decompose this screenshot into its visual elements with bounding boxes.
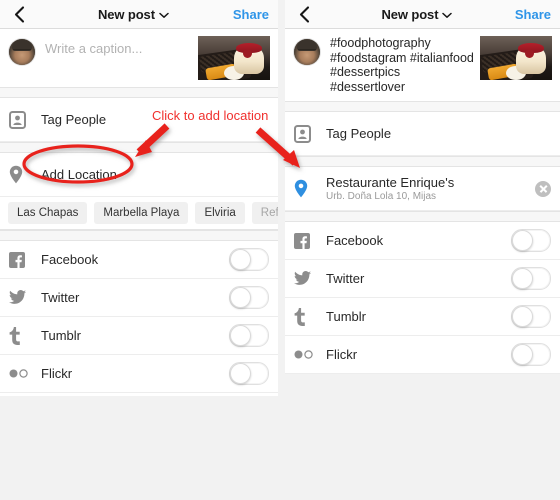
flickr-icon xyxy=(9,369,35,378)
location-pin-filled-icon xyxy=(294,179,320,198)
facebook-icon xyxy=(294,232,320,249)
back-chevron-icon xyxy=(299,5,310,23)
right-caption-row[interactable]: #foodphotography #foodstagram #italianfo… xyxy=(285,29,560,101)
panel-gap xyxy=(278,0,285,500)
toggle-twitter[interactable] xyxy=(511,267,551,290)
avatar xyxy=(9,39,35,65)
social-row-tumblr[interactable]: Tumblr xyxy=(285,298,560,336)
right-page-title[interactable]: New post xyxy=(319,7,515,22)
twitter-icon xyxy=(294,271,320,286)
chevron-down-icon xyxy=(442,7,453,22)
tag-people-row[interactable]: Tag People xyxy=(0,98,278,142)
social-row-tumblr[interactable]: Tumblr xyxy=(0,317,278,355)
back-button[interactable] xyxy=(0,5,34,23)
right-title-text: New post xyxy=(381,6,439,22)
section-spacer-2 xyxy=(285,156,560,167)
social-label-facebook: Facebook xyxy=(326,233,384,248)
list-item[interactable]: Elviria xyxy=(195,202,245,224)
add-location-row[interactable]: Add Location xyxy=(0,153,278,197)
left-page-title[interactable]: New post xyxy=(34,7,233,22)
section-spacer xyxy=(285,101,560,112)
tag-people-icon xyxy=(294,124,320,143)
toggle-tumblr[interactable] xyxy=(511,305,551,328)
section-spacer xyxy=(0,87,278,98)
right-header-bar: New post Share xyxy=(285,0,560,29)
left-header-bar: New post Share xyxy=(0,0,278,29)
list-item[interactable]: Refugio D xyxy=(251,202,278,224)
toggle-facebook[interactable] xyxy=(511,229,551,252)
toggle-facebook[interactable] xyxy=(229,248,269,271)
location-suggestion-chips: Las Chapas Marbella Playa Elviria Refugi… xyxy=(0,197,278,230)
social-label-tumblr: Tumblr xyxy=(41,328,81,343)
location-name: Restaurante Enrique's xyxy=(326,174,455,190)
list-item[interactable]: Las Chapas xyxy=(8,202,88,224)
facebook-icon xyxy=(9,251,35,268)
right-screenshot-panel: New post Share #foodphotography #foodsta… xyxy=(285,0,560,374)
flickr-icon xyxy=(294,350,320,359)
left-screenshot-panel: New post Share Write a caption... Tag Pe… xyxy=(0,0,278,396)
social-label-flickr: Flickr xyxy=(41,366,73,381)
tag-people-label: Tag People xyxy=(41,112,107,127)
clear-location-icon[interactable] xyxy=(535,180,551,197)
share-button[interactable]: Share xyxy=(233,7,278,22)
left-title-text: New post xyxy=(97,6,155,22)
section-spacer-3 xyxy=(285,211,560,222)
social-label-flickr: Flickr xyxy=(326,347,358,362)
social-label-twitter: Twitter xyxy=(41,290,80,305)
social-label-twitter: Twitter xyxy=(326,271,365,286)
caption-input[interactable]: Write a caption... xyxy=(35,36,198,62)
social-row-flickr[interactable]: Flickr xyxy=(0,355,278,393)
back-button[interactable] xyxy=(285,5,319,23)
social-label-facebook: Facebook xyxy=(41,252,99,267)
tag-people-icon xyxy=(9,110,35,129)
selected-location-row[interactable]: Restaurante Enrique's Urb. Doña Lola 10,… xyxy=(285,167,560,211)
left-caption-row[interactable]: Write a caption... xyxy=(0,29,278,87)
tumblr-icon xyxy=(9,326,35,345)
post-thumbnail[interactable] xyxy=(480,36,552,80)
caption-input[interactable]: #foodphotography #foodstagram #italianfo… xyxy=(320,36,480,94)
avatar xyxy=(294,39,320,65)
selected-location-text: Restaurante Enrique's Urb. Doña Lola 10,… xyxy=(320,175,535,203)
twitter-icon xyxy=(9,290,35,305)
chevron-down-icon xyxy=(159,7,169,22)
share-button[interactable]: Share xyxy=(515,7,560,22)
social-row-facebook[interactable]: Facebook xyxy=(0,241,278,279)
tumblr-icon xyxy=(294,307,320,326)
tag-people-label: Tag People xyxy=(326,126,392,141)
add-location-label: Add Location xyxy=(41,167,117,182)
social-row-twitter[interactable]: Twitter xyxy=(0,279,278,317)
toggle-flickr[interactable] xyxy=(511,343,551,366)
social-row-twitter[interactable]: Twitter xyxy=(285,260,560,298)
location-address: Urb. Doña Lola 10, Mijas xyxy=(326,190,437,202)
section-spacer-3 xyxy=(0,230,278,241)
section-spacer-2 xyxy=(0,142,278,153)
social-label-tumblr: Tumblr xyxy=(326,309,366,324)
social-row-flickr[interactable]: Flickr xyxy=(285,336,560,374)
toggle-tumblr[interactable] xyxy=(229,324,269,347)
post-thumbnail[interactable] xyxy=(198,36,270,80)
list-item[interactable]: Marbella Playa xyxy=(94,202,189,224)
social-row-swarm[interactable]: Swarm xyxy=(0,393,278,396)
back-chevron-icon xyxy=(14,5,25,23)
tag-people-row[interactable]: Tag People xyxy=(285,112,560,156)
toggle-flickr[interactable] xyxy=(229,362,269,385)
social-row-facebook[interactable]: Facebook xyxy=(285,222,560,260)
location-pin-icon xyxy=(9,165,35,184)
toggle-twitter[interactable] xyxy=(229,286,269,309)
